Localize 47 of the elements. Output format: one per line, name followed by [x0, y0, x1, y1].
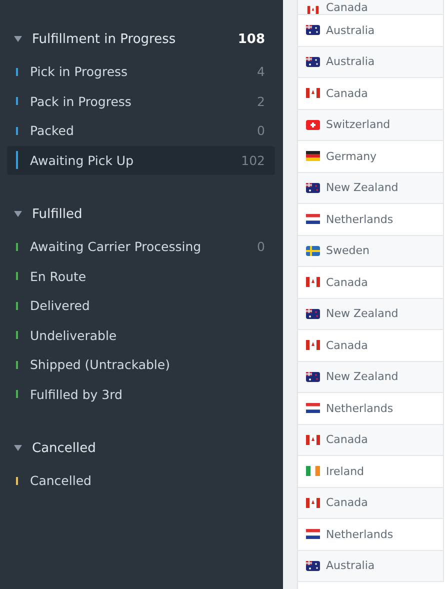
sidebar-item[interactable]: Fulfilled by 3rd	[7, 380, 275, 409]
flag-icon	[306, 340, 320, 350]
table-cell: Canada	[298, 424, 443, 456]
sidebar-item[interactable]: Awaiting Carrier Processing 0	[7, 232, 275, 262]
sidebar-item[interactable]: En Route	[7, 262, 275, 291]
flag-icon	[306, 25, 320, 36]
flag-icon	[306, 56, 320, 67]
flag-icon	[306, 529, 320, 540]
sidebar-item[interactable]: Pack in Progress 2	[7, 86, 275, 116]
flag-icon	[306, 6, 320, 14]
caret-icon[interactable]	[14, 211, 22, 217]
flag-icon	[306, 88, 320, 98]
sidebar-item[interactable]: Shipped (Untrackable)	[7, 350, 275, 380]
flag-icon	[306, 466, 320, 476]
table-cell: Switzerland	[298, 110, 443, 141]
table-cell: New Zealand	[298, 172, 443, 204]
flag-icon	[306, 246, 320, 256]
flag-icon	[306, 277, 320, 288]
sidebar-item[interactable]: Awaiting Pick Up 102	[7, 146, 275, 175]
table-cell: Australia	[298, 46, 443, 78]
flag-icon	[306, 372, 320, 382]
caret-icon[interactable]	[14, 36, 22, 42]
sidebar-item[interactable]: Pick in Progress 4	[7, 57, 275, 86]
flag-icon	[306, 308, 320, 319]
flag-icon	[306, 214, 320, 224]
sidebar-item[interactable]: Cancelled	[7, 466, 275, 496]
flag-icon	[306, 403, 320, 414]
table-cell: New Zealand	[298, 362, 443, 393]
flag-icon	[306, 151, 320, 162]
flag-icon	[306, 434, 320, 445]
group-title[interactable]: Cancelled	[32, 440, 265, 456]
table-cell: Canada	[298, 0, 443, 15]
flag-icon	[306, 120, 320, 130]
group-title[interactable]: Fulfillment in Progress	[32, 32, 238, 46]
sidebar-item[interactable]: Undeliverable	[7, 320, 275, 350]
table-cell: Canada	[298, 488, 443, 519]
sidebar-item[interactable]: Packed 0	[7, 116, 275, 146]
table-cell: New Zealand	[298, 298, 443, 330]
group-count: 108	[238, 32, 265, 46]
table-cell: Australia	[298, 550, 443, 582]
flag-icon	[306, 182, 320, 193]
flag-icon	[306, 560, 320, 571]
group-title[interactable]: Fulfilled	[32, 206, 265, 222]
flag-icon	[306, 498, 320, 508]
sidebar-item[interactable]: Delivered	[7, 291, 275, 320]
caret-icon[interactable]	[14, 445, 22, 451]
table-cell: Sweden	[298, 236, 443, 267]
